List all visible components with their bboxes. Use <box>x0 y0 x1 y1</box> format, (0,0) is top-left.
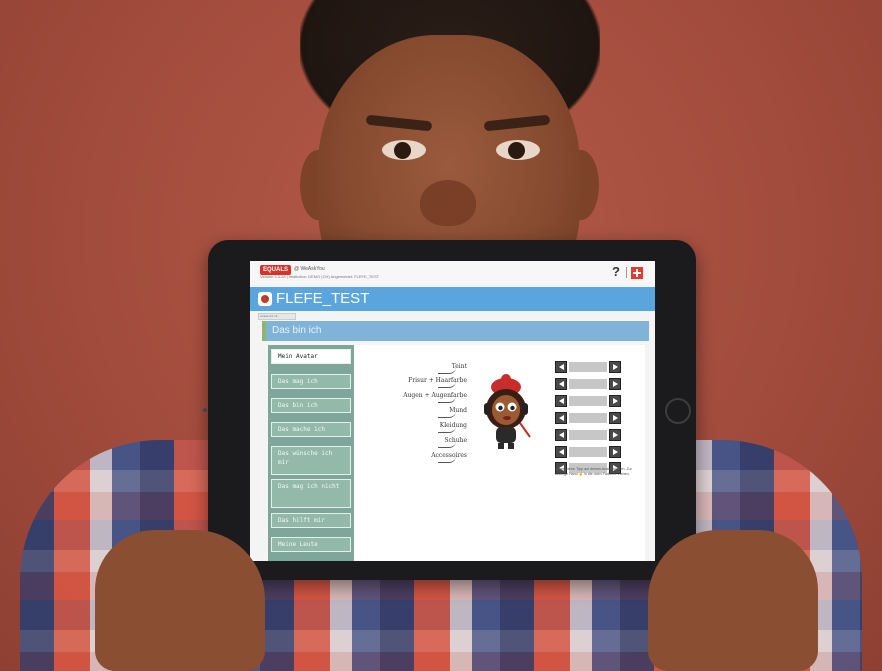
nav-item-das-mag-ich-nicht[interactable]: Das mag ich nicht <box>271 479 351 508</box>
nav-item-meine-leute[interactable]: Meine Leute <box>271 537 351 552</box>
section-header: Das bin ich <box>262 321 649 341</box>
previous-arrow-icon[interactable] <box>555 446 567 458</box>
user-title: FLEFE_TEST <box>276 290 370 307</box>
previous-arrow-icon[interactable] <box>555 378 567 390</box>
side-nav: Mein Avatar Das mag ich Das bin ich Das … <box>268 345 354 561</box>
control-row-schuhe <box>555 446 621 458</box>
previous-arrow-icon[interactable] <box>555 412 567 424</box>
pointer-arrow <box>438 426 456 433</box>
control-row-kleidung <box>555 429 621 441</box>
eye-left <box>382 140 426 160</box>
tablet-device: EQUALS @ WeAskYou Version 3.3.28 | Insti… <box>203 240 696 580</box>
breadcrumb[interactable]: Avatar bis 12... <box>258 313 296 320</box>
topbar-divider <box>626 267 627 278</box>
avatar-controls <box>555 361 621 474</box>
pointer-arrow <box>438 367 456 374</box>
next-arrow-icon[interactable] <box>609 395 621 407</box>
pointer-arrow <box>438 441 456 448</box>
next-arrow-icon[interactable] <box>609 361 621 373</box>
nav-item-das-bin-ich[interactable]: Das bin ich <box>271 398 351 413</box>
pointer-arrow <box>438 411 456 418</box>
control-row-augen <box>555 395 621 407</box>
nav-item-das-wuensche-ich-mir[interactable]: Das wünsche ich mir <box>271 446 351 475</box>
option-preview <box>569 396 607 406</box>
next-arrow-icon[interactable] <box>609 378 621 390</box>
person-nose <box>420 180 476 226</box>
next-arrow-icon[interactable] <box>609 429 621 441</box>
pointer-arrow <box>438 381 456 388</box>
option-preview <box>569 413 607 423</box>
apple-icon <box>258 292 272 306</box>
control-row-frisur <box>555 378 621 390</box>
tablet-screen: EQUALS @ WeAskYou Version 3.3.28 | Insti… <box>250 261 655 561</box>
logo-subtitle: @ WeAskYou <box>294 266 325 272</box>
avatar-editor: Teint Frisur + Haarfarbe Augen + Augenfa… <box>354 345 645 561</box>
eye-right <box>496 140 540 160</box>
previous-arrow-icon[interactable] <box>555 429 567 441</box>
control-row-mund <box>555 412 621 424</box>
swiss-flag-icon[interactable] <box>631 267 643 279</box>
nav-item-das-hilft-mir[interactable]: Das hilft mir <box>271 513 351 528</box>
option-preview <box>569 447 607 457</box>
label-augen: Augen + Augenfarbe <box>403 392 467 399</box>
control-row-teint <box>555 361 621 373</box>
pointer-arrow <box>438 396 456 403</box>
accessories-hint: Accessoires: Tipp auf deinen Avatar spie… <box>555 467 632 476</box>
option-preview <box>569 430 607 440</box>
user-header: FLEFE_TEST <box>250 287 655 311</box>
tablet-camera <box>203 408 207 412</box>
app-topbar: EQUALS @ WeAskYou Version 3.3.28 | Insti… <box>250 261 655 285</box>
option-preview <box>569 362 607 372</box>
option-preview <box>569 379 607 389</box>
pointer-arrow <box>438 456 456 463</box>
hand-right <box>648 530 818 671</box>
avatar-figure[interactable] <box>476 373 536 453</box>
nav-item-mein-avatar[interactable]: Mein Avatar <box>271 349 351 364</box>
home-button[interactable] <box>665 398 691 424</box>
previous-arrow-icon[interactable] <box>555 395 567 407</box>
nav-item-das-mag-ich[interactable]: Das mag ich <box>271 374 351 389</box>
section-title: Das bin ich <box>272 325 322 336</box>
help-button[interactable]: ? <box>612 265 620 279</box>
next-arrow-icon[interactable] <box>609 412 621 424</box>
photo-scene: EQUALS @ WeAskYou Version 3.3.28 | Insti… <box>0 0 882 671</box>
nav-item-das-mache-ich[interactable]: Das mache ich <box>271 422 351 437</box>
next-arrow-icon[interactable] <box>609 446 621 458</box>
previous-arrow-icon[interactable] <box>555 361 567 373</box>
version-info: Version 3.3.28 | Institution: DEMO (CH) … <box>260 274 380 279</box>
hand-left <box>95 530 265 671</box>
